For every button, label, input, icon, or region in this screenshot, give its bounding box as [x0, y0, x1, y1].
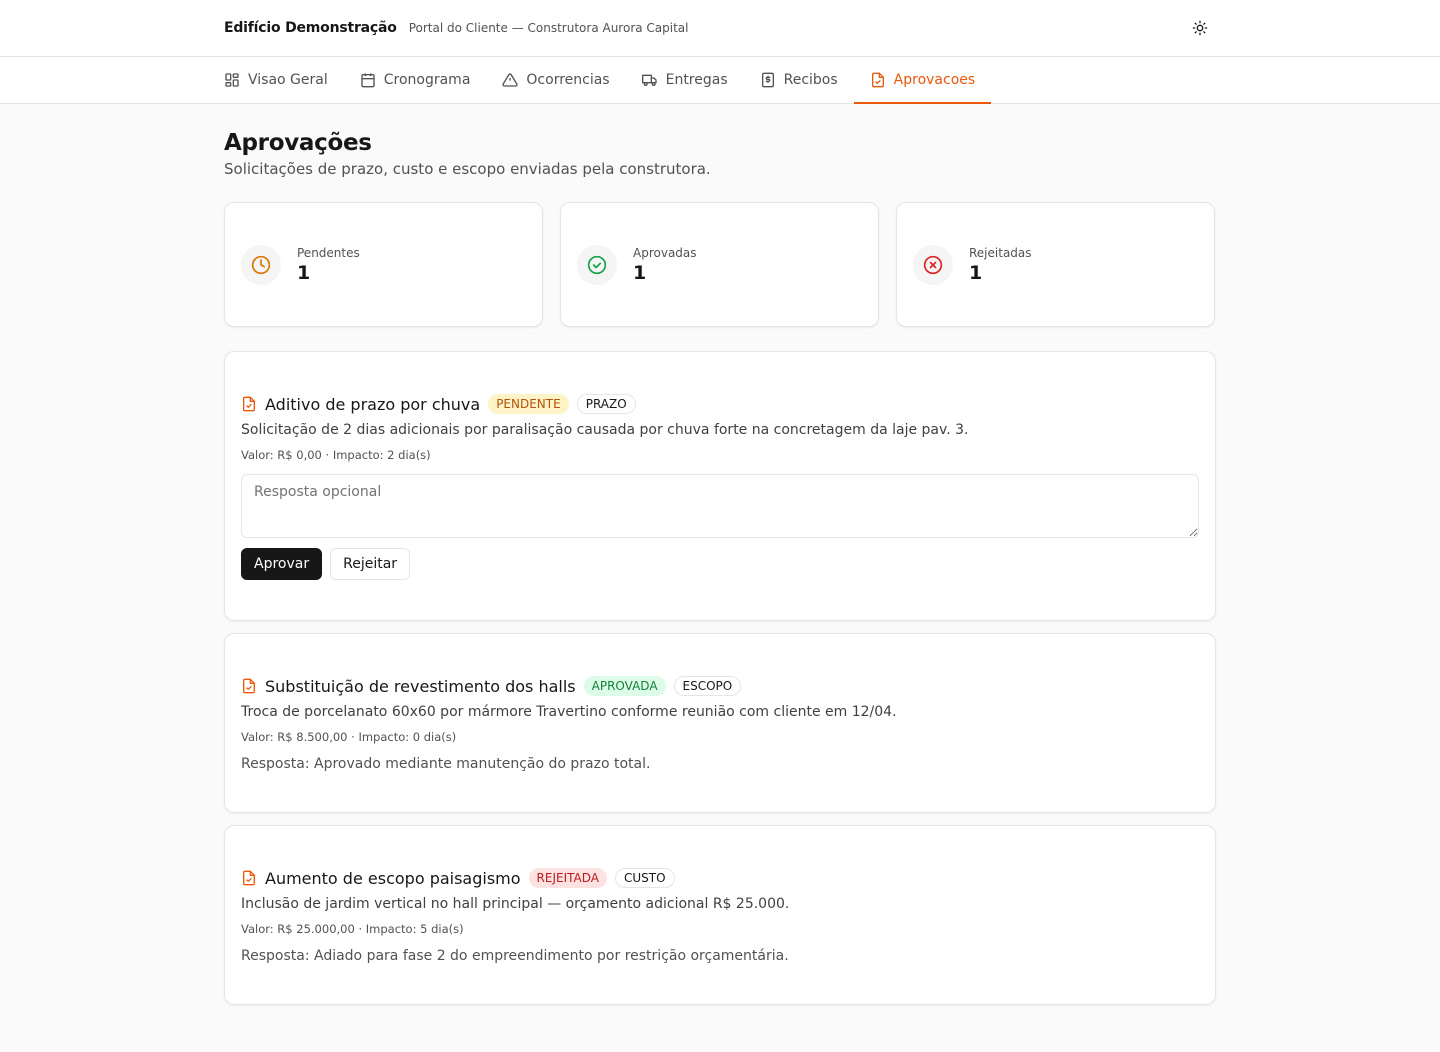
- status-badge: APROVADA: [583, 676, 666, 696]
- tab-label: Aprovacoes: [893, 72, 976, 88]
- request-card: Aditivo de prazo por chuva PENDENTE PRAZ…: [224, 351, 1216, 621]
- page-subtitle: Solicitações de prazo, custo e escopo en…: [224, 160, 711, 178]
- check-circle-icon: [587, 255, 607, 274]
- tab-label: Recibos: [783, 72, 838, 88]
- file-check-icon: [243, 870, 255, 886]
- warning-icon: [502, 73, 519, 87]
- type-badge: PRAZO: [576, 394, 636, 414]
- calendar-icon: [361, 73, 375, 88]
- truck-icon: [641, 74, 657, 86]
- stats-row: Pendentes 1 Aprovadas 1 Rejeitadas 1: [224, 202, 1216, 327]
- status-badge: PENDENTE: [488, 394, 569, 414]
- request-title: Aditivo de prazo por chuva: [265, 394, 481, 414]
- file-check-icon: [243, 396, 255, 412]
- x-circle-icon: [923, 255, 943, 274]
- tab-entregas[interactable]: Entregas: [626, 57, 744, 103]
- request-title: Aumento de escopo paisagismo: [265, 868, 521, 888]
- clock-icon: [251, 255, 271, 274]
- request-description: Solicitação de 2 dias adicionais por par…: [241, 422, 969, 438]
- tab-visao-geral[interactable]: Visao Geral: [208, 57, 344, 103]
- theme-toggle-button[interactable]: [1188, 16, 1212, 40]
- type-badge: ESCOPO: [673, 676, 742, 696]
- tab-bar: Visao Geral Cronograma Ocorrencias Entre…: [0, 57, 1440, 104]
- tab-label: Visao Geral: [248, 72, 328, 88]
- sun-icon: [1192, 20, 1208, 36]
- stat-value: 1: [297, 261, 311, 284]
- stat-label: Rejeitadas: [969, 245, 1032, 260]
- main-content: Aprovações Solicitações de prazo, custo …: [224, 104, 1216, 1005]
- tab-label: Ocorrencias: [526, 72, 610, 88]
- request-card: Substituição de revestimento dos halls A…: [224, 633, 1216, 813]
- file-check-icon: [243, 678, 255, 694]
- tab-aprovacoes[interactable]: Aprovacoes: [853, 57, 992, 104]
- request-meta: Valor: R$ 0,00 · Impacto: 2 dia(s): [241, 448, 431, 462]
- project-name: Edifício Demonstração: [224, 20, 397, 36]
- tab-label: Cronograma: [383, 72, 471, 88]
- request-meta: Valor: R$ 25.000,00 · Impacto: 5 dia(s): [241, 922, 464, 936]
- tab-cronograma[interactable]: Cronograma: [344, 57, 487, 103]
- approve-button[interactable]: Aprovar: [241, 548, 323, 580]
- stat-card-pendentes: Pendentes 1: [224, 202, 543, 327]
- stat-value: 1: [969, 261, 983, 284]
- request-description: Troca de porcelanato 60x60 por mármore T…: [241, 704, 897, 720]
- request-description: Inclusão de jardim vertical no hall prin…: [241, 896, 790, 912]
- stat-label: Aprovadas: [633, 245, 697, 260]
- status-badge: REJEITADA: [528, 868, 607, 888]
- stat-label: Pendentes: [297, 245, 360, 260]
- receipt-icon: [761, 72, 774, 88]
- file-check-icon: [871, 72, 884, 88]
- stat-card-aprovadas: Aprovadas 1: [560, 202, 879, 327]
- stat-value: 1: [633, 261, 647, 284]
- request-card: Aumento de escopo paisagismo REJEITADA C…: [224, 825, 1216, 1005]
- request-response: Resposta: Aprovado mediante manutenção d…: [241, 756, 651, 772]
- app-header: Edifício Demonstração Portal do Cliente …: [0, 0, 1440, 57]
- response-input[interactable]: [241, 474, 1199, 538]
- tab-recibos[interactable]: Recibos: [744, 57, 854, 103]
- reject-button[interactable]: Rejeitar: [330, 548, 411, 580]
- page-title: Aprovações: [224, 130, 372, 156]
- request-response: Resposta: Adiado para fase 2 do empreend…: [241, 948, 789, 964]
- type-badge: CUSTO: [614, 868, 675, 888]
- tab-label: Entregas: [665, 72, 728, 88]
- request-title: Substituição de revestimento dos halls: [265, 676, 576, 696]
- tab-ocorrencias[interactable]: Ocorrencias: [486, 57, 625, 103]
- portal-subtitle: Portal do Cliente — Construtora Aurora C…: [408, 21, 689, 35]
- stat-card-rejeitadas: Rejeitadas 1: [896, 202, 1215, 327]
- grid-icon: [225, 73, 239, 87]
- request-meta: Valor: R$ 8.500,00 · Impacto: 0 dia(s): [241, 730, 457, 744]
